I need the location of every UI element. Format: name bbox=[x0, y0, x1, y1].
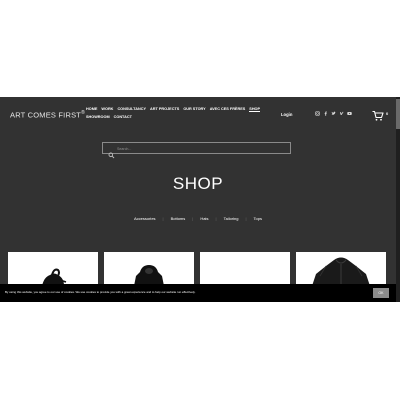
logo-text: ART COMES FIRST bbox=[10, 110, 82, 120]
nav-item-home[interactable]: HOME bbox=[86, 107, 97, 112]
facebook-icon[interactable] bbox=[323, 111, 328, 116]
product-card-4[interactable] bbox=[296, 252, 386, 286]
product-card-3[interactable] bbox=[200, 252, 290, 286]
vimeo-icon[interactable] bbox=[339, 111, 344, 116]
category-tailoring[interactable]: Tailoring bbox=[217, 216, 246, 221]
youtube-icon[interactable] bbox=[347, 111, 352, 116]
login-link[interactable]: Login bbox=[281, 112, 292, 117]
product-jacket-image bbox=[312, 257, 370, 286]
nav-item-work[interactable]: WORK bbox=[101, 107, 113, 112]
page-title: SHOP bbox=[172, 174, 224, 193]
cart-icon[interactable] bbox=[372, 109, 384, 121]
nav-item-showroom[interactable]: SHOWROOM bbox=[86, 115, 110, 119]
nav-row-2: SHOWROOM CONTACT bbox=[86, 115, 256, 119]
nav-item-our-story[interactable]: OUR STORY bbox=[183, 107, 205, 112]
nav-item-contact[interactable]: CONTACT bbox=[114, 115, 132, 119]
nav-item-art-projects[interactable]: ART PROJECTS bbox=[150, 107, 179, 112]
logo-registered-mark: ® bbox=[81, 110, 85, 116]
category-hats[interactable]: Hats bbox=[193, 216, 215, 221]
main-nav: HOME WORK CONSULTANCY ART PROJECTS OUR S… bbox=[86, 107, 261, 122]
category-tops[interactable]: Tops bbox=[247, 216, 269, 221]
cookie-text: By using this website, you agree to our … bbox=[5, 290, 196, 294]
product-hoodie-image bbox=[134, 265, 164, 286]
search-icon bbox=[108, 146, 115, 158]
nav-item-consultancy[interactable]: CONSULTANCY bbox=[117, 107, 146, 112]
category-nav: Accessories | Bottoms | Hats | Tailoring… bbox=[0, 216, 396, 221]
product-card-2[interactable] bbox=[104, 252, 194, 286]
product-bag-image bbox=[42, 268, 67, 286]
search-box bbox=[102, 142, 291, 158]
site-logo[interactable]: ART COMES FIRST® bbox=[10, 110, 85, 120]
nav-item-avec-ces-freres[interactable]: AVEC CES FRÈRES bbox=[210, 107, 246, 112]
product-card-1[interactable] bbox=[8, 252, 98, 286]
nav-item-shop[interactable]: SHOP bbox=[249, 107, 261, 112]
scrollbar-thumb[interactable] bbox=[396, 99, 400, 129]
twitter-icon[interactable] bbox=[331, 111, 336, 116]
nav-row-1: HOME WORK CONSULTANCY ART PROJECTS OUR S… bbox=[86, 107, 261, 112]
category-bottoms[interactable]: Bottoms bbox=[164, 216, 193, 221]
cookie-ok-button[interactable]: OK bbox=[373, 288, 389, 298]
product-blank-image bbox=[200, 252, 290, 286]
cookie-banner: By using this website, you agree to our … bbox=[0, 284, 396, 302]
instagram-icon[interactable] bbox=[315, 111, 320, 116]
category-accessories[interactable]: Accessories bbox=[127, 216, 163, 221]
social-icons bbox=[315, 111, 352, 116]
site-frame: ART COMES FIRST® HOME WORK CONSULTANCY A… bbox=[0, 97, 400, 302]
search-input[interactable] bbox=[117, 144, 287, 153]
cart-count-badge: 0 bbox=[386, 111, 389, 116]
